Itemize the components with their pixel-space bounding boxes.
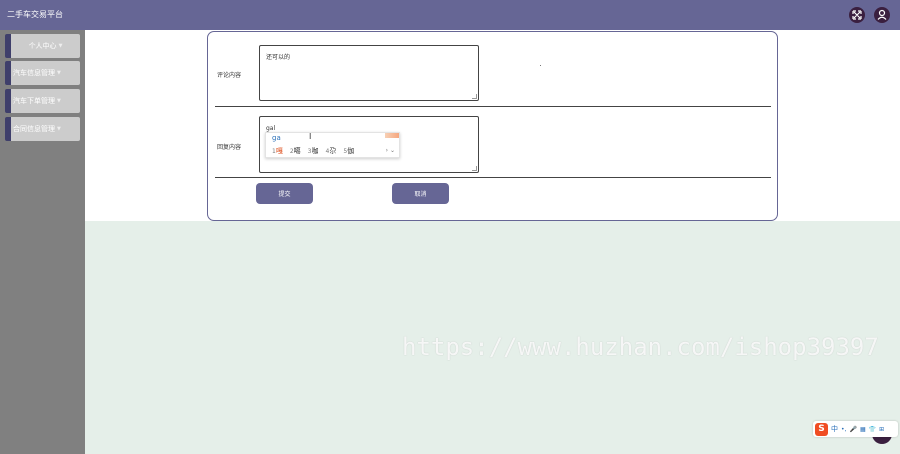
sogou-logo-icon[interactable]: S: [815, 422, 828, 436]
skin-icon[interactable]: 👕: [869, 426, 876, 433]
sidebar-item-label: 汽车信息管理: [13, 69, 55, 77]
divider: [215, 106, 771, 107]
microphone-icon[interactable]: 🎤: [849, 426, 856, 433]
ime-mode-toggle[interactable]: 中: [831, 424, 838, 434]
chevron-down-icon: ▼: [58, 43, 63, 49]
comment-value: 还可以的: [266, 54, 291, 61]
keyboard-icon[interactable]: ▦: [860, 426, 866, 433]
resize-handle-icon[interactable]: [472, 94, 477, 99]
sidebar-item-car-orders[interactable]: 汽车下单管理 ▼: [5, 89, 80, 113]
expand-icon[interactable]: [849, 7, 865, 23]
comment-textarea[interactable]: 还可以的: [259, 45, 479, 101]
watermark: https://www.huzhan.com/ishop39397: [402, 333, 879, 361]
sidebar-item-label: 汽车下单管理: [13, 97, 55, 105]
sidebar-item-label: 个人中心: [28, 42, 57, 50]
cancel-button[interactable]: 取消: [392, 183, 449, 204]
sidebar-item-contract-info[interactable]: 合同信息管理 ▼: [5, 117, 80, 141]
ime-skin-decoration: [385, 133, 399, 138]
punctuation-icon[interactable]: •,: [841, 426, 846, 433]
reply-label: 回复内容: [217, 144, 242, 151]
text-cursor-icon: I: [309, 132, 312, 141]
toolbox-icon[interactable]: ⊞: [879, 426, 884, 433]
ime-candidate[interactable]: 2噶: [290, 146, 301, 156]
ime-candidate[interactable]: 5伽: [343, 146, 354, 156]
stray-dot: [540, 65, 541, 66]
chevron-down-icon: ▼: [57, 126, 61, 132]
ime-candidates: 1嘎 2噶 3咖 4尕 5伽: [272, 146, 354, 156]
ime-candidate[interactable]: 3咖: [308, 146, 319, 156]
submit-button[interactable]: 提交: [256, 183, 313, 204]
reply-value: gal: [266, 125, 276, 132]
app-title: 二手车交易平台: [7, 10, 63, 19]
sidebar: 个人中心 ▼ 汽车信息管理 ▼ 汽车下单管理 ▼ 合同信息管理 ▼: [0, 30, 85, 454]
top-bar: 二手车交易平台: [0, 0, 900, 30]
comment-label: 评论内容: [217, 72, 242, 79]
chevron-down-icon: ▼: [57, 98, 61, 104]
ime-toolbar: S 中 •, 🎤 ▦ 👕 ⊞: [813, 421, 898, 437]
ime-pinyin: ga: [272, 134, 281, 142]
resize-handle-icon[interactable]: [472, 166, 477, 171]
chevron-down-icon: ▼: [57, 70, 61, 76]
sidebar-item-car-info[interactable]: 汽车信息管理 ▼: [5, 61, 80, 85]
sidebar-item-personal-center[interactable]: 个人中心 ▼: [5, 34, 80, 58]
ime-candidate-popup: ga 1嘎 2噶 3咖 4尕 5伽 › ⌄: [265, 132, 400, 158]
user-icon[interactable]: [874, 7, 890, 23]
sidebar-item-label: 合同信息管理: [13, 125, 55, 133]
ime-page-arrows-icon[interactable]: › ⌄: [386, 147, 395, 154]
divider: [215, 177, 771, 178]
ime-candidate[interactable]: 1嘎: [272, 146, 283, 156]
ime-candidate[interactable]: 4尕: [325, 146, 336, 156]
